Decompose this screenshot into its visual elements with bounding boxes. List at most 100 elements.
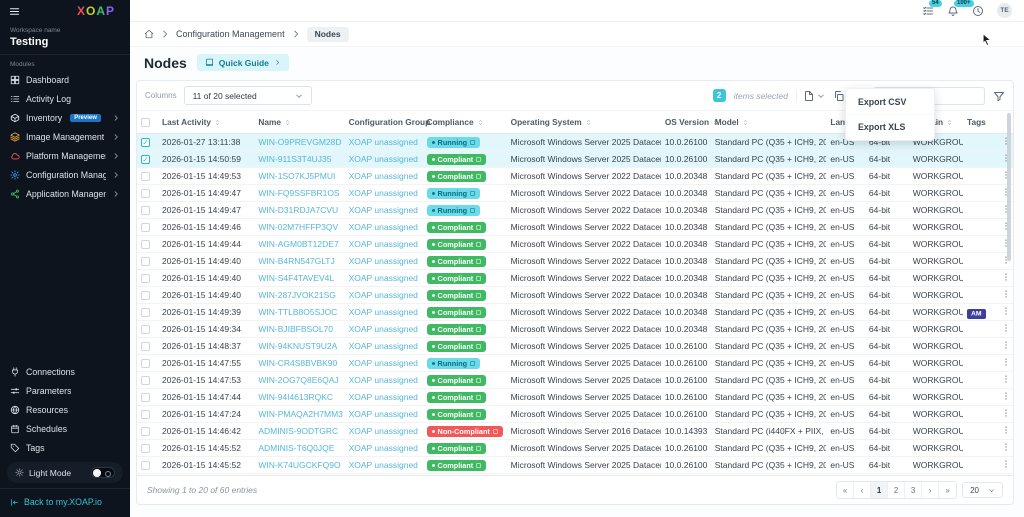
kebab-menu-icon[interactable] bbox=[1001, 357, 1011, 367]
sidebar-item-schedules[interactable]: Schedules bbox=[0, 419, 130, 438]
export-menu-item-export-csv[interactable]: Export CSV bbox=[846, 90, 934, 114]
back-to-xoap-link[interactable]: Back to my.XOAP.io bbox=[0, 488, 130, 515]
pagination-last-button[interactable]: » bbox=[939, 482, 956, 498]
light-mode-toggle[interactable] bbox=[91, 467, 115, 478]
column-header-os-version[interactable]: OS Version bbox=[661, 111, 711, 134]
export-button[interactable] bbox=[796, 90, 825, 102]
kebab-menu-icon[interactable] bbox=[1001, 408, 1011, 418]
compliance-info-icon[interactable] bbox=[476, 242, 481, 247]
node-name-link[interactable]: WIN-94KNUST9U2A bbox=[258, 341, 337, 351]
compliance-info-icon[interactable] bbox=[470, 191, 475, 196]
configuration-group-link[interactable]: XOAP unassigned bbox=[349, 222, 418, 232]
row-checkbox[interactable] bbox=[141, 189, 150, 198]
node-name-link[interactable]: WIN-287JVOK21SG bbox=[258, 290, 335, 300]
configuration-group-link[interactable]: XOAP unassigned bbox=[349, 324, 418, 334]
sidebar-item-dashboard[interactable]: Dashboard bbox=[0, 70, 130, 89]
row-checkbox[interactable] bbox=[141, 461, 150, 470]
node-name-link[interactable]: WIN-1SO7KJ5PMUI bbox=[258, 171, 335, 181]
sidebar-item-connections[interactable]: Connections bbox=[0, 362, 130, 381]
node-name-link[interactable]: WIN-S4F4TAVEV4L bbox=[258, 273, 334, 283]
row-checkbox[interactable] bbox=[141, 359, 150, 368]
compliance-info-icon[interactable] bbox=[476, 293, 481, 298]
compliance-info-icon[interactable] bbox=[476, 378, 481, 383]
pagination-next-button[interactable]: › bbox=[922, 482, 939, 498]
row-checkbox[interactable] bbox=[141, 444, 150, 453]
breadcrumb-item-configuration-management[interactable]: Configuration Management bbox=[176, 29, 285, 39]
configuration-group-link[interactable]: XOAP unassigned bbox=[349, 137, 418, 147]
row-checkbox[interactable] bbox=[141, 155, 150, 164]
configuration-group-link[interactable]: XOAP unassigned bbox=[349, 426, 418, 436]
node-name-link[interactable]: WIN-2OG7Q8E6QAJ bbox=[258, 375, 338, 385]
user-avatar[interactable]: TE bbox=[997, 3, 1012, 18]
compliance-info-icon[interactable] bbox=[476, 446, 481, 451]
sort-icon[interactable] bbox=[946, 119, 953, 126]
configuration-group-link[interactable]: XOAP unassigned bbox=[349, 273, 418, 283]
row-checkbox[interactable] bbox=[141, 308, 150, 317]
sidebar-item-configuration-management[interactable]: Configuration Management bbox=[0, 165, 130, 184]
node-name-link[interactable]: WIN-02M7HFFP3QV bbox=[258, 222, 338, 232]
compliance-info-icon[interactable] bbox=[470, 208, 475, 213]
breadcrumb-item-nodes[interactable]: Nodes bbox=[307, 27, 349, 42]
column-header-model[interactable]: Model bbox=[711, 111, 827, 134]
row-checkbox[interactable] bbox=[141, 291, 150, 300]
row-checkbox[interactable] bbox=[141, 342, 150, 351]
row-checkbox[interactable] bbox=[141, 427, 150, 436]
node-name-link[interactable]: WIN-O9PREVGM28D bbox=[258, 137, 341, 147]
node-name-link[interactable]: WIN-B4RN547GLTJ bbox=[258, 256, 334, 266]
pagination-prev-button[interactable]: ‹ bbox=[854, 482, 871, 498]
page-size-select[interactable]: 20 bbox=[962, 482, 1003, 498]
configuration-group-link[interactable]: XOAP unassigned bbox=[349, 392, 418, 402]
sort-icon[interactable] bbox=[585, 119, 592, 126]
hamburger-menu-icon[interactable] bbox=[9, 6, 20, 17]
node-name-link[interactable]: WIN-K74UGCKFQ9O bbox=[258, 460, 340, 470]
node-name-link[interactable]: WIN-FQ9SSFBR1OS bbox=[258, 188, 339, 198]
kebab-menu-icon[interactable] bbox=[1001, 272, 1011, 282]
quick-guide-button[interactable]: Quick Guide bbox=[197, 54, 289, 71]
column-header-name[interactable]: Name bbox=[254, 111, 344, 134]
home-icon[interactable] bbox=[144, 29, 154, 39]
column-header-tags[interactable]: Tags bbox=[963, 111, 997, 134]
row-checkbox[interactable] bbox=[141, 240, 150, 249]
sidebar-item-parameters[interactable]: Parameters bbox=[0, 381, 130, 400]
row-checkbox[interactable] bbox=[141, 410, 150, 419]
notifications-button[interactable]: 100+ bbox=[947, 5, 959, 17]
configuration-group-link[interactable]: XOAP unassigned bbox=[349, 239, 418, 249]
kebab-menu-icon[interactable] bbox=[1001, 459, 1011, 469]
configuration-group-link[interactable]: XOAP unassigned bbox=[349, 256, 418, 266]
kebab-menu-icon[interactable] bbox=[1001, 323, 1011, 333]
node-name-link[interactable]: WIN-CR4S8BVBK90 bbox=[258, 358, 337, 368]
compliance-info-icon[interactable] bbox=[476, 174, 481, 179]
configuration-group-link[interactable]: XOAP unassigned bbox=[349, 205, 418, 215]
compliance-info-icon[interactable] bbox=[476, 157, 481, 162]
node-name-link[interactable]: WIN-911S3T4UJ35 bbox=[258, 154, 331, 164]
table-scrollbar[interactable] bbox=[1007, 113, 1011, 261]
compliance-info-icon[interactable] bbox=[476, 327, 481, 332]
compliance-info-icon[interactable] bbox=[476, 463, 481, 468]
configuration-group-link[interactable]: XOAP unassigned bbox=[349, 375, 418, 385]
compliance-info-icon[interactable] bbox=[476, 225, 481, 230]
sidebar-item-resources[interactable]: Resources bbox=[0, 400, 130, 419]
sort-icon[interactable] bbox=[284, 119, 291, 126]
compliance-info-icon[interactable] bbox=[476, 412, 481, 417]
row-checkbox[interactable] bbox=[141, 325, 150, 334]
compliance-info-icon[interactable] bbox=[476, 310, 481, 315]
configuration-group-link[interactable]: XOAP unassigned bbox=[349, 443, 418, 453]
compliance-info-icon[interactable] bbox=[476, 344, 481, 349]
filter-button[interactable] bbox=[993, 90, 1005, 102]
kebab-menu-icon[interactable] bbox=[1001, 442, 1011, 452]
row-checkbox[interactable] bbox=[141, 206, 150, 215]
kebab-menu-icon[interactable] bbox=[1001, 340, 1011, 350]
configuration-group-link[interactable]: XOAP unassigned bbox=[349, 409, 418, 419]
configuration-group-link[interactable]: XOAP unassigned bbox=[349, 358, 418, 368]
node-name-link[interactable]: WIN-AGM0BT12DE7 bbox=[258, 239, 338, 249]
select-all-checkbox[interactable] bbox=[141, 118, 150, 127]
sidebar-item-application-management[interactable]: Application Management bbox=[0, 184, 130, 203]
node-name-link[interactable]: ADMINIS-T6Q0JQE bbox=[258, 443, 334, 453]
configuration-group-link[interactable]: XOAP unassigned bbox=[349, 307, 418, 317]
sort-icon[interactable] bbox=[214, 119, 221, 126]
pagination-page-1[interactable]: 1 bbox=[871, 482, 888, 498]
row-checkbox[interactable] bbox=[141, 138, 150, 147]
row-checkbox[interactable] bbox=[141, 172, 150, 181]
sidebar-item-inventory[interactable]: InventoryPreview bbox=[0, 108, 130, 127]
configuration-group-link[interactable]: XOAP unassigned bbox=[349, 460, 418, 470]
